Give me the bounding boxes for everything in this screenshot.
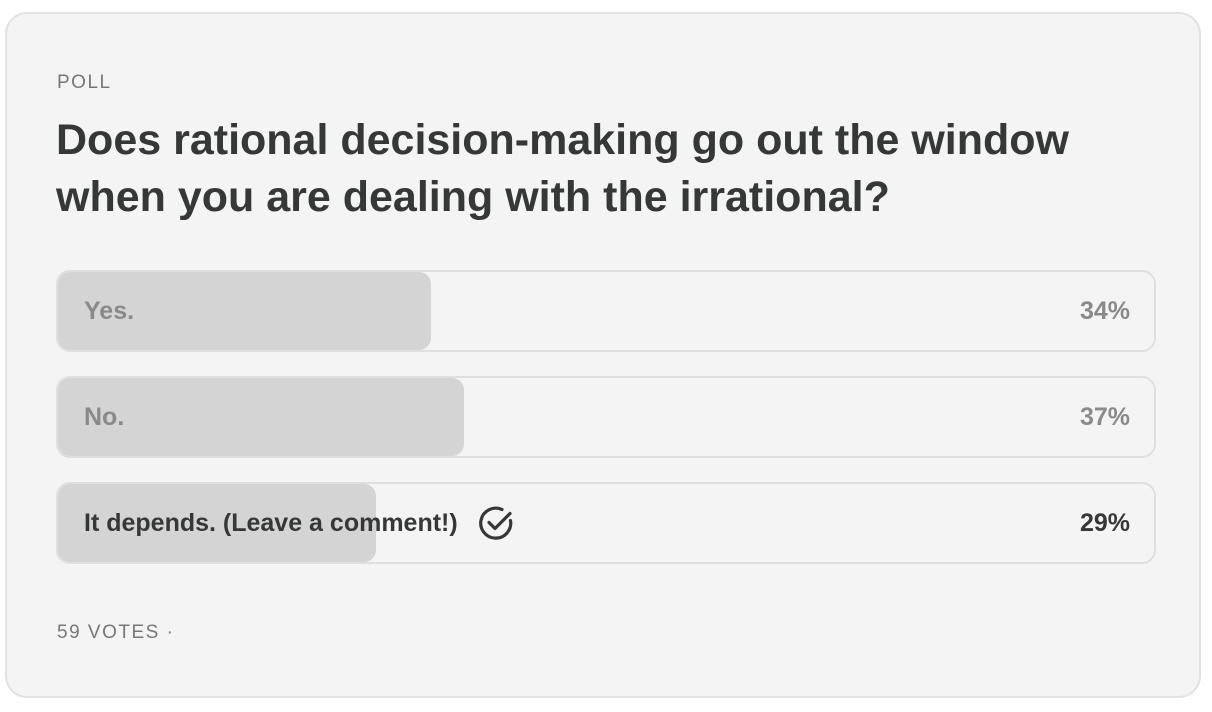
- vote-count: 59 VOTES ·: [57, 622, 175, 643]
- poll-option-text: Yes.: [84, 296, 135, 325]
- poll-option-text: No.: [84, 402, 125, 431]
- poll-option-percent: 37%: [1079, 402, 1130, 431]
- poll-option-it-depends[interactable]: It depends. (Leave a comment!) 29%: [56, 482, 1156, 564]
- check-circle-icon: [476, 503, 516, 543]
- poll-option-no[interactable]: No. 37%: [56, 376, 1156, 458]
- poll-option-label: It depends. (Leave a comment!): [84, 484, 516, 562]
- poll-option-percent: 29%: [1079, 508, 1130, 537]
- poll-label: POLL: [57, 72, 112, 93]
- poll-option-yes[interactable]: Yes. 34%: [56, 270, 1156, 352]
- poll-option-text: It depends. (Leave a comment!): [84, 508, 458, 537]
- poll-card: POLL Does rational decision-making go ou…: [5, 12, 1201, 698]
- poll-question: Does rational decision-making go out the…: [56, 116, 1069, 221]
- poll-option-label: Yes.: [84, 272, 134, 350]
- poll-option-percent: 34%: [1079, 296, 1130, 325]
- poll-option-label: No.: [84, 378, 124, 456]
